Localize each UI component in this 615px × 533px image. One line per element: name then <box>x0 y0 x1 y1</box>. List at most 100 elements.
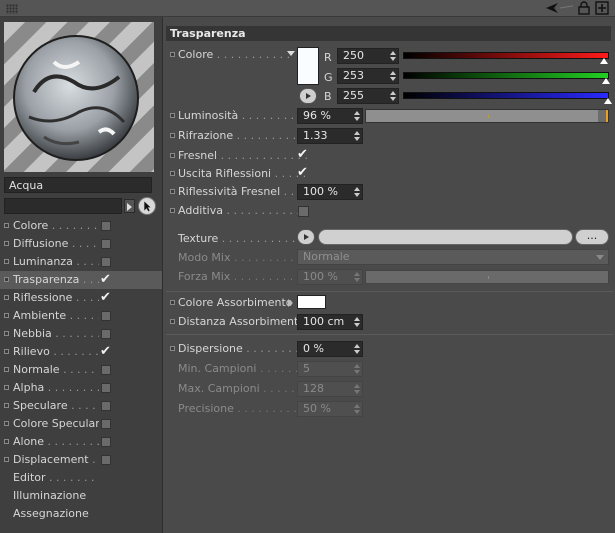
green-slider-handle[interactable] <box>601 78 610 84</box>
channel-checkbox[interactable] <box>101 401 111 411</box>
channel-item[interactable]: Luminanza . . . . . . <box>0 253 162 271</box>
blue-slider-handle[interactable] <box>604 98 612 104</box>
animate-dot[interactable] <box>170 319 175 324</box>
spin-arrows-icon[interactable] <box>390 51 396 61</box>
channel-item[interactable]: Normale . . . . . . . <box>0 361 162 379</box>
spin-arrows-icon[interactable] <box>354 111 360 121</box>
animate-dot[interactable] <box>4 313 9 318</box>
channel-item[interactable]: Colore Speculare <box>0 415 162 433</box>
channel-item[interactable]: Editor . . . . . . . . . <box>0 469 162 487</box>
texture-field[interactable] <box>318 229 573 245</box>
animate-dot[interactable] <box>170 208 175 213</box>
material-preview[interactable] <box>4 22 154 172</box>
channel-checkbox-checked[interactable]: ✔ <box>100 271 111 289</box>
animate-dot[interactable] <box>4 259 9 264</box>
pick-cursor-icon[interactable] <box>138 197 156 215</box>
blue-input[interactable]: 255 <box>337 88 399 104</box>
channel-item[interactable]: Ambiente . . . . . . . <box>0 307 162 325</box>
spin-arrows-icon[interactable] <box>354 384 360 394</box>
spin-arrows-icon[interactable] <box>354 404 360 414</box>
animate-dot[interactable] <box>4 439 9 444</box>
spin-arrows-icon[interactable] <box>354 364 360 374</box>
red-slider-handle[interactable] <box>599 58 608 64</box>
color-mode-button[interactable] <box>299 88 317 104</box>
distanza-assorbimento-input[interactable]: 100 cm <box>297 314 363 330</box>
expand-arrow-icon[interactable] <box>288 299 293 307</box>
channel-checkbox-checked[interactable]: ✔ <box>100 343 111 361</box>
red-gradient-slider[interactable] <box>403 52 609 59</box>
forza-mix-input[interactable]: 100 % <box>297 269 363 285</box>
green-input[interactable]: 253 <box>337 68 399 84</box>
animate-dot[interactable] <box>4 457 9 462</box>
fresnel-checkbox[interactable]: ✔ <box>297 148 308 161</box>
animate-dot[interactable] <box>170 171 175 176</box>
channel-checkbox-checked[interactable]: ✔ <box>100 289 111 307</box>
uscita-riflessioni-checkbox[interactable]: ✔ <box>297 166 308 179</box>
arrow-back-icon[interactable] <box>533 1 573 15</box>
channel-checkbox[interactable] <box>101 239 111 249</box>
animate-dot[interactable] <box>4 421 9 426</box>
channel-item[interactable]: Speculare . . . . . . <box>0 397 162 415</box>
animate-dot[interactable] <box>170 113 175 118</box>
animate-dot[interactable] <box>170 52 175 57</box>
animate-dot[interactable] <box>170 153 175 158</box>
channel-item[interactable]: Trasparenza . . . ✔ <box>0 271 162 289</box>
channel-checkbox[interactable] <box>101 383 111 393</box>
animate-dot[interactable] <box>4 367 9 372</box>
animate-dot[interactable] <box>4 241 9 246</box>
new-window-icon[interactable] <box>595 1 609 15</box>
channel-checkbox[interactable] <box>101 419 111 429</box>
channel-item[interactable]: Displacement . . . <box>0 451 162 469</box>
rifrazione-input[interactable]: 1.33 <box>297 128 363 144</box>
spin-arrows-icon[interactable] <box>354 317 360 327</box>
channel-checkbox[interactable] <box>101 221 111 231</box>
channel-item[interactable]: Assegnazione <box>0 505 162 523</box>
animate-dot[interactable] <box>170 300 175 305</box>
texture-menu-button[interactable] <box>297 229 315 245</box>
spin-arrows-icon[interactable] <box>354 272 360 282</box>
blue-gradient-slider[interactable] <box>403 92 609 99</box>
animate-dot[interactable] <box>4 385 9 390</box>
red-input[interactable]: 250 <box>337 48 399 64</box>
material-name-field[interactable]: Acqua <box>4 177 152 193</box>
animate-dot[interactable] <box>170 346 175 351</box>
min-campioni-input[interactable]: 5 <box>297 361 363 377</box>
channel-checkbox[interactable] <box>101 329 111 339</box>
colore-assorbimento-swatch[interactable] <box>297 295 326 309</box>
spin-arrows-icon[interactable] <box>354 131 360 141</box>
texture-browse-button[interactable]: ... <box>575 229 609 245</box>
modo-mix-select[interactable]: Normale <box>297 249 609 265</box>
colore-expand-icon[interactable] <box>287 51 295 56</box>
animate-dot[interactable] <box>4 295 9 300</box>
animate-dot[interactable] <box>170 189 175 194</box>
channel-checkbox[interactable] <box>101 455 111 465</box>
spin-arrows-icon[interactable] <box>390 91 396 101</box>
channel-checkbox[interactable] <box>101 437 111 447</box>
luminosita-slider[interactable] <box>365 109 609 123</box>
precisione-input[interactable]: 50 % <box>297 401 363 417</box>
spin-arrows-icon[interactable] <box>390 71 396 81</box>
material-browse-field[interactable] <box>4 198 122 214</box>
channel-checkbox[interactable] <box>101 311 111 321</box>
spin-arrows-icon[interactable] <box>354 344 360 354</box>
animate-dot[interactable] <box>170 133 175 138</box>
channel-checkbox[interactable] <box>101 365 111 375</box>
channel-item[interactable]: Rilievo . . . . . . . .✔ <box>0 343 162 361</box>
channel-item[interactable]: Colore . . . . . . . <box>0 217 162 235</box>
max-campioni-input[interactable]: 128 <box>297 381 363 397</box>
luminosita-input[interactable]: 96 % <box>297 108 363 124</box>
animate-dot[interactable] <box>4 349 9 354</box>
animate-dot[interactable] <box>4 223 9 228</box>
colore-swatch[interactable] <box>297 47 319 85</box>
dispersione-input[interactable]: 0 % <box>297 341 363 357</box>
animate-dot[interactable] <box>4 277 9 282</box>
additiva-checkbox[interactable] <box>298 206 309 217</box>
channel-item[interactable]: Illuminazione <box>0 487 162 505</box>
channel-item[interactable]: Alpha . . . . . . . . . <box>0 379 162 397</box>
grip-handle-icon[interactable] <box>6 4 18 14</box>
channel-item[interactable]: Diffusione . . . . . . <box>0 235 162 253</box>
animate-dot[interactable] <box>4 403 9 408</box>
forza-mix-slider[interactable] <box>365 270 609 284</box>
animate-dot[interactable] <box>4 331 9 336</box>
lock-icon[interactable] <box>577 1 591 15</box>
